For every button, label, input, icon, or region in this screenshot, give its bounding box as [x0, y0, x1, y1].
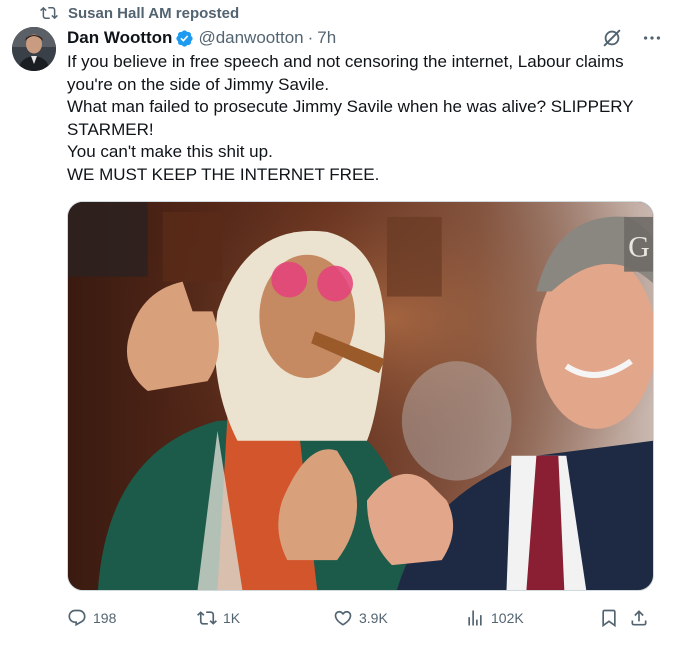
tweet-media-image[interactable]: G — [67, 201, 654, 591]
like-count: 3.9K — [359, 610, 388, 626]
bookmark-button[interactable] — [599, 608, 619, 628]
repost-button[interactable]: 1K — [197, 608, 240, 628]
reply-icon — [68, 609, 86, 627]
like-button[interactable]: 3.9K — [333, 608, 388, 628]
tweet-header: Dan Wootton @danwootton · 7h — [67, 27, 663, 49]
share-icon — [631, 610, 647, 626]
tweet-line-4: WE MUST KEEP THE INTERNET FREE. — [67, 164, 380, 184]
bookmark-icon — [602, 609, 616, 628]
tweet-card[interactable]: Susan Hall AM reposted Dan Wootton @danw… — [0, 0, 675, 649]
repost-context[interactable]: Susan Hall AM reposted — [40, 3, 239, 23]
tweet-line-3: You can't make this shit up. — [67, 142, 273, 161]
repost-icon — [40, 4, 58, 22]
tweet-text: If you believe in free speech and not ce… — [67, 51, 657, 186]
repost-label: Susan Hall AM reposted — [68, 4, 240, 22]
grok-icon[interactable] — [601, 27, 623, 49]
views-count: 102K — [491, 610, 524, 626]
reply-count: 198 — [93, 610, 117, 626]
timestamp[interactable]: 7h — [317, 28, 336, 48]
tweet-actions: 198 1K 3.9K 102K — [67, 605, 657, 631]
author-handle[interactable]: @danwootton — [198, 28, 303, 48]
more-options-icon[interactable] — [641, 27, 663, 49]
views-chart-icon — [468, 610, 482, 626]
media-corner-glyph: G — [628, 231, 650, 264]
repost-icon — [197, 611, 217, 625]
repost-count: 1K — [223, 610, 241, 626]
reply-button[interactable]: 198 — [67, 608, 116, 628]
avatar[interactable] — [12, 27, 56, 71]
tweet-line-2: What man failed to prosecute Jimmy Savil… — [67, 97, 639, 139]
views-button[interactable]: 102K — [465, 608, 524, 628]
share-button[interactable] — [629, 608, 649, 628]
heart-icon — [334, 610, 352, 626]
verified-badge-icon — [175, 29, 194, 48]
author-name[interactable]: Dan Wootton — [67, 28, 172, 48]
separator-dot: · — [307, 28, 314, 47]
tweet-line-1: If you believe in free speech and not ce… — [67, 52, 629, 94]
